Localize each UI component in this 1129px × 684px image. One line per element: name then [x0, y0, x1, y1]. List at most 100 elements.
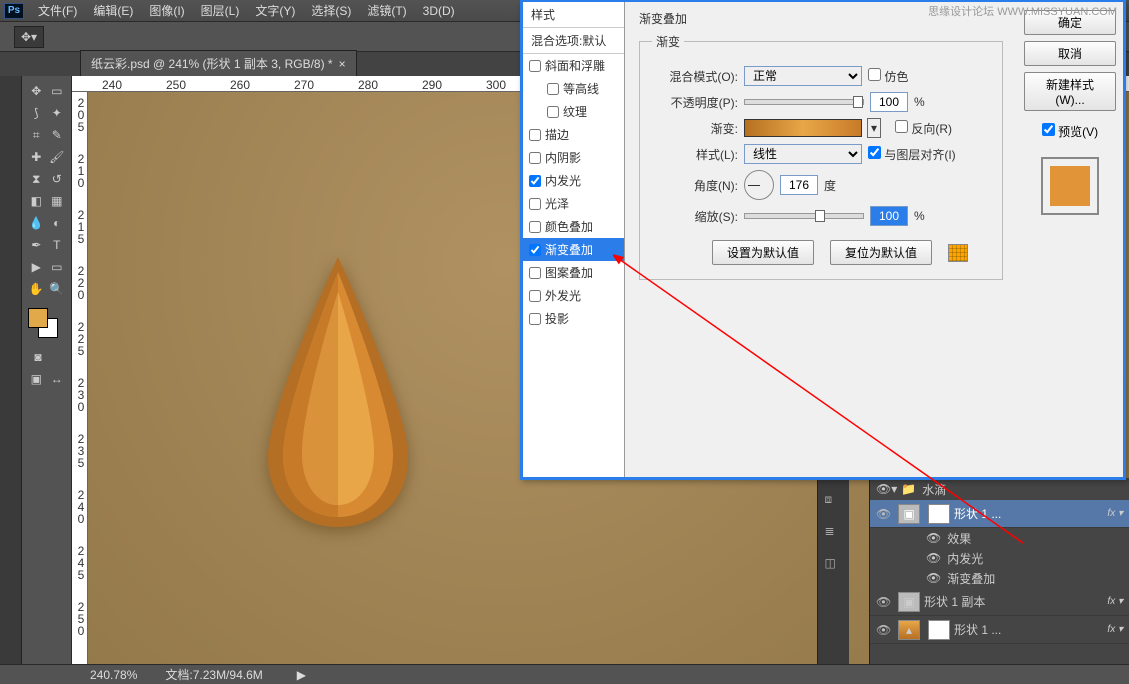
scale-input[interactable] — [870, 206, 908, 226]
style-item-内发光[interactable]: 内发光 — [523, 169, 624, 192]
cancel-button[interactable]: 取消 — [1024, 41, 1116, 66]
quickmask-icon[interactable]: ◙ — [27, 347, 49, 367]
fx-badge[interactable]: fx ▾ — [1107, 596, 1123, 607]
eye-icon[interactable]: 👁 — [876, 482, 891, 496]
angle-dial[interactable] — [744, 170, 774, 200]
arrange-icon[interactable]: ↔ — [48, 369, 67, 389]
make-default-button[interactable]: 设置为默认值 — [712, 240, 814, 265]
layer-effects-header[interactable]: 👁 效果 — [870, 528, 1129, 548]
style-item-等高线[interactable]: 等高线 — [523, 77, 624, 100]
reverse-checkbox[interactable]: 反向(R) — [895, 120, 952, 137]
opacity-slider[interactable] — [744, 99, 864, 105]
marquee-tool[interactable]: ▭ — [48, 81, 67, 101]
style-checkbox[interactable] — [529, 244, 541, 256]
zoom-level[interactable]: 240.78% — [90, 668, 137, 682]
menu-edit[interactable]: 编辑(E) — [85, 2, 141, 19]
menu-select[interactable]: 选择(S) — [303, 2, 359, 19]
fx-badge[interactable]: fx ▾ — [1107, 508, 1123, 519]
style-select[interactable]: 线性 — [744, 144, 862, 164]
style-checkbox[interactable] — [529, 129, 541, 141]
style-checkbox[interactable] — [529, 198, 541, 210]
layers-icon[interactable]: ≣ — [825, 524, 843, 542]
menu-image[interactable]: 图像(I) — [141, 2, 192, 19]
style-item-描边[interactable]: 描边 — [523, 123, 624, 146]
menu-filter[interactable]: 滤镜(T) — [359, 2, 414, 19]
style-checkbox[interactable] — [547, 83, 559, 95]
style-checkbox[interactable] — [529, 290, 541, 302]
style-item-斜面和浮雕[interactable]: 斜面和浮雕 — [523, 54, 624, 77]
cube-icon[interactable]: ⧈ — [825, 492, 843, 510]
style-item-纹理[interactable]: 纹理 — [523, 100, 624, 123]
chevron-down-icon[interactable]: ▾ — [891, 482, 897, 496]
opacity-input[interactable] — [870, 92, 908, 112]
style-item-内阴影[interactable]: 内阴影 — [523, 146, 624, 169]
preview-checkbox[interactable]: 预览(V) — [1042, 123, 1098, 140]
gradient-dropdown-icon[interactable]: ▾ — [867, 118, 881, 138]
menu-3d[interactable]: 3D(D) — [415, 4, 463, 18]
layer-effect-item[interactable]: 👁 内发光 — [870, 548, 1129, 568]
screenmode-icon[interactable]: ▣ — [27, 369, 46, 389]
styles-header[interactable]: 样式 — [523, 2, 624, 28]
style-item-颜色叠加[interactable]: 颜色叠加 — [523, 215, 624, 238]
style-item-光泽[interactable]: 光泽 — [523, 192, 624, 215]
type-tool[interactable]: T — [48, 235, 67, 255]
layer-group[interactable]: 👁 ▾ 📁 水滴 — [870, 478, 1129, 500]
align-checkbox[interactable]: 与图层对齐(I) — [868, 146, 956, 163]
layer-row[interactable]: 👁 ▴ 形状 1 ... fx ▾ — [870, 616, 1129, 644]
eraser-tool[interactable]: ◧ — [27, 191, 46, 211]
path-select-tool[interactable]: ▶ — [27, 257, 46, 277]
style-checkbox[interactable] — [529, 267, 541, 279]
foreground-color-swatch[interactable] — [28, 308, 48, 328]
close-icon[interactable]: × — [339, 57, 346, 71]
dither-checkbox[interactable]: 仿色 — [868, 68, 908, 85]
blur-tool[interactable]: 💧 — [27, 213, 46, 233]
layer-row[interactable]: 👁 ▣ 形状 1 ... fx ▾ — [870, 500, 1129, 528]
stamp-tool[interactable]: ⧗ — [27, 169, 46, 189]
move-tool[interactable]: ✥ — [27, 81, 46, 101]
layer-effect-item[interactable]: 👁 渐变叠加 — [870, 568, 1129, 588]
gradient-tool[interactable]: ▦ — [48, 191, 67, 211]
style-checkbox[interactable] — [529, 221, 541, 233]
style-item-投影[interactable]: 投影 — [523, 307, 624, 330]
chevron-right-icon[interactable]: ▶ — [297, 668, 306, 682]
eye-icon[interactable]: 👁 — [926, 571, 941, 585]
grid-icon[interactable] — [948, 244, 968, 262]
history-brush-tool[interactable]: ↺ — [48, 169, 67, 189]
zoom-tool[interactable]: 🔍 — [48, 279, 67, 299]
lasso-tool[interactable]: ⟆ — [27, 103, 46, 123]
menu-layer[interactable]: 图层(L) — [193, 2, 248, 19]
document-tab[interactable]: 纸云彩.psd @ 241% (形状 1 副本 3, RGB/8) * × — [80, 50, 357, 76]
layer-row[interactable]: 👁 ▣ 形状 1 副本 fx ▾ — [870, 588, 1129, 616]
angle-input[interactable] — [780, 175, 818, 195]
style-checkbox[interactable] — [529, 175, 541, 187]
style-checkbox[interactable] — [529, 60, 541, 72]
dodge-tool[interactable]: ◐ — [48, 213, 67, 233]
style-item-图案叠加[interactable]: 图案叠加 — [523, 261, 624, 284]
pen-tool[interactable]: ✒ — [27, 235, 46, 255]
scale-slider[interactable] — [744, 213, 864, 219]
style-item-外发光[interactable]: 外发光 — [523, 284, 624, 307]
color-swatches[interactable] — [26, 308, 67, 342]
shape-tool[interactable]: ▭ — [48, 257, 67, 277]
style-item-渐变叠加[interactable]: 渐变叠加 — [523, 238, 624, 261]
menu-type[interactable]: 文字(Y) — [247, 2, 303, 19]
style-checkbox[interactable] — [547, 106, 559, 118]
menu-file[interactable]: 文件(F) — [30, 2, 85, 19]
style-checkbox[interactable] — [529, 313, 541, 325]
gradient-preview[interactable] — [744, 119, 862, 137]
new-style-button[interactable]: 新建样式(W)... — [1024, 72, 1116, 111]
blend-mode-select[interactable]: 正常 — [744, 66, 862, 86]
blending-options-header[interactable]: 混合选项:默认 — [523, 28, 624, 54]
eyedropper-tool[interactable]: ✎ — [48, 125, 67, 145]
reset-default-button[interactable]: 复位为默认值 — [830, 240, 932, 265]
heal-tool[interactable]: ✚ — [27, 147, 46, 167]
wand-tool[interactable]: ✦ — [48, 103, 67, 123]
style-checkbox[interactable] — [529, 152, 541, 164]
current-tool-indicator[interactable]: ✥▾ — [14, 26, 44, 48]
eye-icon[interactable]: 👁 — [876, 507, 894, 521]
swatches-panel-icon[interactable]: ◫ — [825, 556, 843, 574]
fx-badge[interactable]: fx ▾ — [1107, 624, 1123, 635]
hand-tool[interactable]: ✋ — [27, 279, 46, 299]
crop-tool[interactable]: ⌗ — [27, 125, 46, 145]
eye-icon[interactable]: 👁 — [876, 623, 894, 637]
